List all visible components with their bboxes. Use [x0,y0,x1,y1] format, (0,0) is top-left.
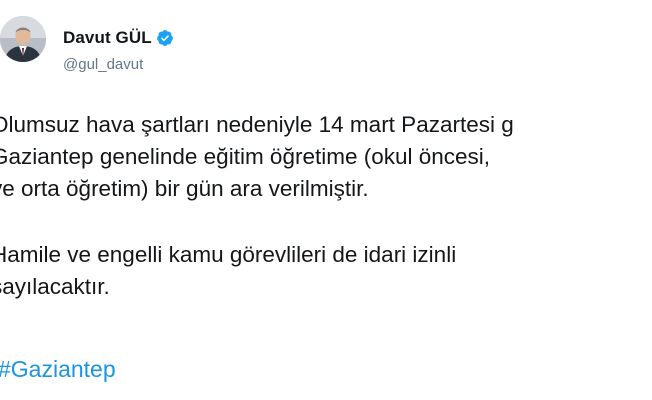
name-row: Davut GÜL [63,27,174,49]
tweet-line: Olumsuz hava şartları nedeniyle 14 mart … [0,112,514,137]
tweet-line: Gaziantep genelinde eğitim öğretime (oku… [0,144,491,169]
verified-badge-icon [156,29,174,47]
display-name[interactable]: Davut GÜL [63,28,152,48]
tweet-line: Hamile ve engelli kamu görevlileri de id… [0,242,457,267]
tweet-line: sayılacaktır. [0,274,110,299]
avatar[interactable] [0,16,46,62]
user-handle[interactable]: @gul_davut [63,56,143,73]
tweet-text: Olumsuz hava şartları nedeniyle 14 mart … [0,109,652,303]
profile-photo-icon [0,16,46,62]
tweet-line: ve orta öğretim) bir gün ara verilmiştir… [0,176,369,201]
hashtag-link[interactable]: #Gaziantep [0,354,116,384]
